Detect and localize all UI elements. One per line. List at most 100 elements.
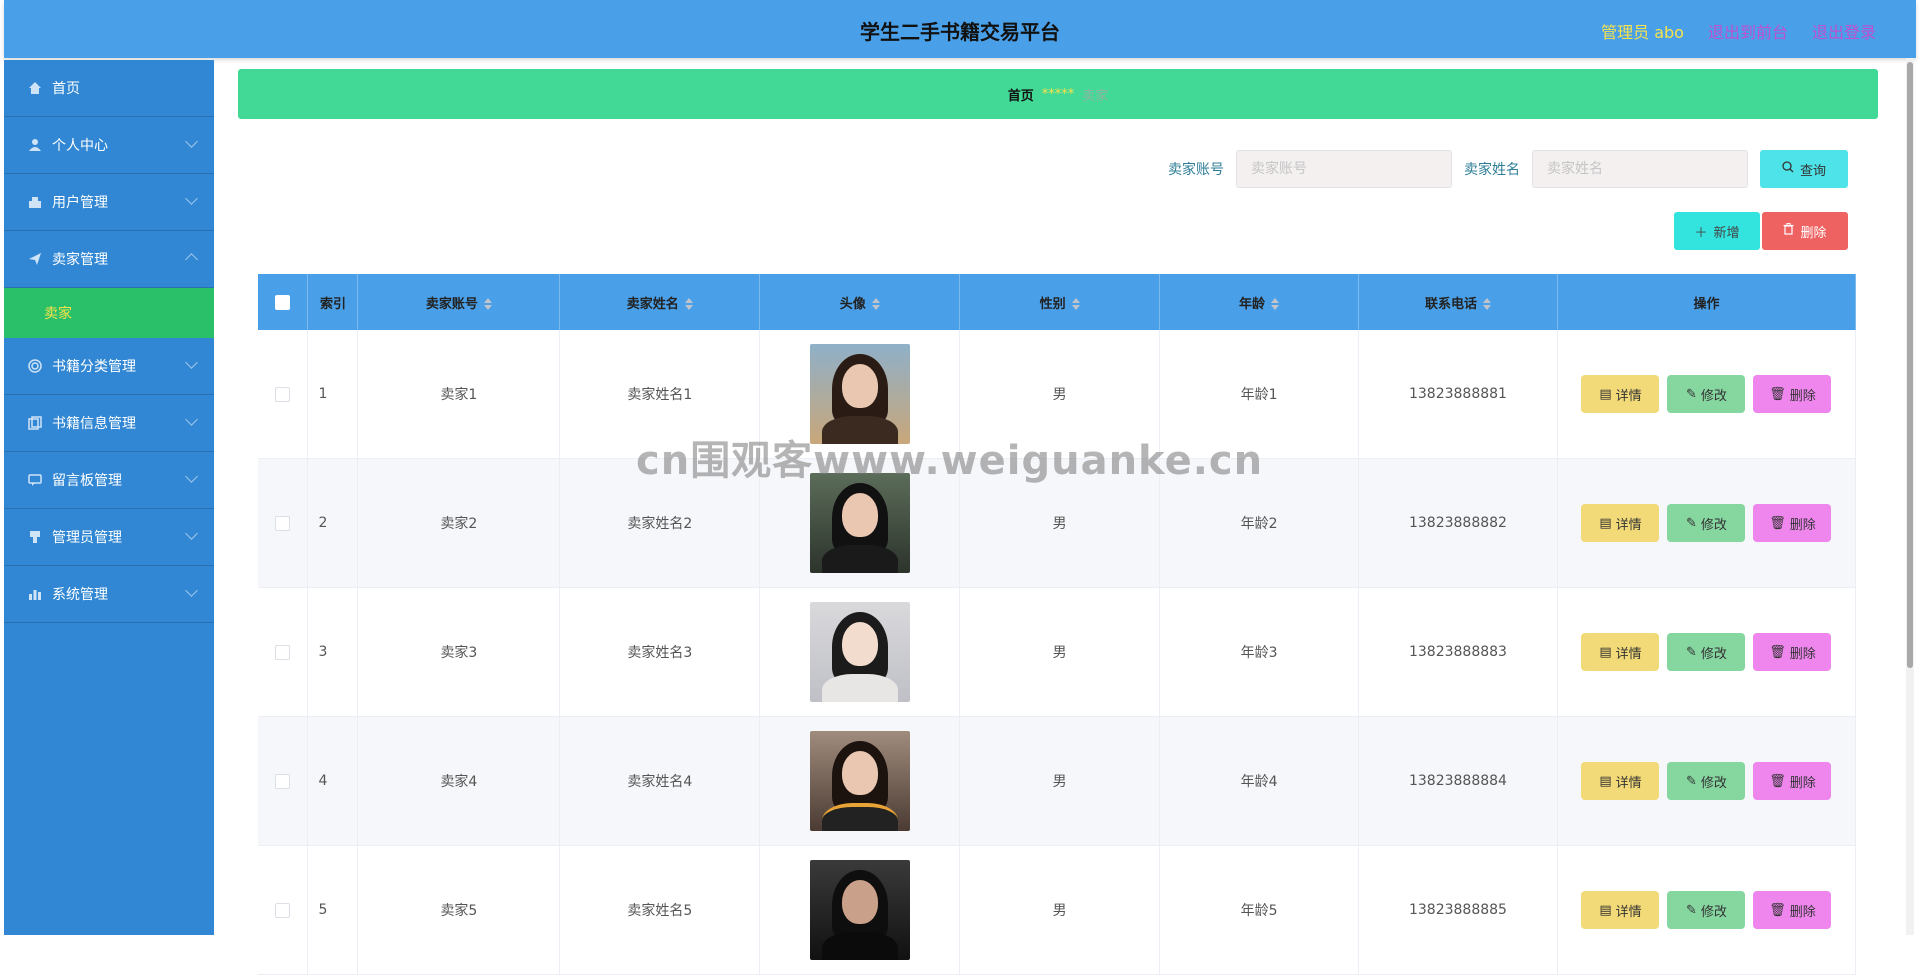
row-checkbox[interactable] — [275, 773, 291, 789]
copy-icon — [28, 416, 42, 430]
select-all-checkbox[interactable] — [275, 294, 291, 310]
edit-button[interactable]: ✎ 修改 — [1667, 375, 1746, 413]
sidebar-item-book-info[interactable]: 书籍信息管理 — [4, 395, 214, 452]
sidebar-item-message-board[interactable]: 留言板管理 — [4, 452, 214, 509]
age-cell: 年龄3 — [1159, 587, 1360, 717]
chevron-down-icon — [185, 192, 198, 205]
detail-button[interactable]: ▤ 详情 — [1581, 375, 1660, 413]
delete-button[interactable]: 🗑 删除 — [1753, 891, 1832, 929]
sort-icon[interactable] — [684, 298, 693, 310]
seller-account-input[interactable] — [1236, 150, 1452, 188]
sidebar-item-home[interactable]: 首页 — [4, 60, 214, 117]
sort-icon[interactable] — [1271, 298, 1280, 310]
row-index: 4 — [307, 716, 359, 846]
delete-button[interactable]: 🗑 删除 — [1753, 762, 1832, 800]
chart-icon — [28, 587, 42, 601]
header-actions: 管理员 abo 退出到前台 退出登录 — [1601, 19, 1876, 43]
sort-icon[interactable] — [1071, 298, 1080, 310]
age-cell: 年龄4 — [1159, 716, 1360, 846]
edit-button[interactable]: ✎ 修改 — [1667, 633, 1746, 671]
table-row: 2 卖家2 卖家姓名2 男 年龄2 13823888882 ▤ 详情 ✎ 修改 🗑 删… — [258, 458, 1857, 588]
detail-button[interactable]: ▤ 详情 — [1581, 504, 1660, 542]
column-header-label: 卖家账号 — [425, 296, 478, 312]
delete-button[interactable]: 🗑 删除 — [1753, 375, 1832, 413]
edit-button[interactable]: ✎ 修改 — [1667, 504, 1746, 542]
sidebar-item-label: 留言板管理 — [52, 473, 122, 489]
sidebar-item-users[interactable]: 用户管理 — [4, 174, 214, 231]
scrollbar-thumb[interactable] — [1907, 62, 1913, 668]
column-header-gender[interactable]: 性别 — [959, 274, 1161, 330]
pencil-icon: ✎ — [1686, 644, 1697, 660]
delete-label: 删除 — [1789, 775, 1816, 791]
sidebar-item-sellers[interactable]: 卖家管理 — [4, 231, 214, 288]
pencil-icon: ✎ — [1686, 773, 1697, 789]
sidebar-item-profile[interactable]: 个人中心 — [4, 117, 214, 174]
seller-name-cell: 卖家姓名3 — [559, 587, 761, 717]
delete-button[interactable]: 🗑 删除 — [1753, 633, 1832, 671]
actions-cell: ▤ 详情 ✎ 修改 🗑 删除 — [1557, 330, 1857, 459]
row-checkbox[interactable] — [275, 515, 291, 531]
user-icon — [28, 138, 42, 152]
breadcrumb: 首页 ***** 卖家 — [238, 69, 1878, 119]
avatar — [809, 344, 910, 444]
seller-account-label: 卖家账号 — [1168, 162, 1224, 178]
query-button[interactable]: 查询 — [1760, 150, 1848, 188]
avatar — [809, 473, 910, 573]
row-checkbox[interactable] — [275, 902, 291, 918]
detail-button[interactable]: ▤ 详情 — [1581, 633, 1660, 671]
document-icon: ▤ — [1599, 386, 1612, 402]
avatar-cell — [759, 330, 961, 459]
edit-button[interactable]: ✎ 修改 — [1667, 762, 1746, 800]
gender-cell: 男 — [959, 716, 1161, 846]
breadcrumb-current: 卖家 — [1082, 88, 1109, 104]
seller-name-input[interactable] — [1532, 150, 1748, 188]
column-header-label: 年龄 — [1239, 296, 1266, 312]
sidebar-subitem-seller[interactable]: 卖家 — [4, 288, 214, 338]
trash-icon: 🗑 — [1769, 515, 1786, 531]
row-checkbox[interactable] — [275, 386, 291, 402]
column-header-phone[interactable]: 联系电话 — [1358, 274, 1558, 330]
actions-cell: ▤ 详情 ✎ 修改 🗑 删除 — [1557, 716, 1857, 846]
column-header-avatar[interactable]: 头像 — [759, 274, 961, 330]
column-header-account[interactable]: 卖家账号 — [357, 274, 561, 330]
breadcrumb-home[interactable]: 首页 — [1008, 85, 1034, 104]
row-select-cell — [258, 458, 309, 588]
delete-button[interactable]: 🗑 删除 — [1753, 504, 1832, 542]
add-button[interactable]: ＋ 新增 — [1674, 212, 1760, 250]
sort-icon[interactable] — [1482, 298, 1491, 310]
seller-name-label: 卖家姓名 — [1464, 162, 1520, 178]
trash-icon: 🗑 — [1769, 386, 1786, 402]
edit-button[interactable]: ✎ 修改 — [1667, 891, 1746, 929]
back-to-front-link[interactable]: 退出到前台 — [1708, 19, 1788, 43]
gender-cell: 男 — [959, 330, 1161, 459]
column-header-label: 头像 — [839, 296, 866, 312]
phone-cell: 13823888885 — [1358, 845, 1558, 975]
seller-table: 索引 卖家账号 卖家姓名 头像 性别 年龄 联系电话 操作 1 卖家1 卖家姓名… — [258, 274, 1857, 975]
sort-icon[interactable] — [483, 298, 492, 310]
detail-label: 详情 — [1615, 517, 1642, 533]
sidebar-item-admins[interactable]: 管理员管理 — [4, 509, 214, 566]
gender-cell: 男 — [959, 458, 1161, 588]
batch-delete-button[interactable]: 删除 — [1762, 212, 1848, 250]
chevron-down-icon — [185, 356, 198, 369]
sidebar-item-book-category[interactable]: 书籍分类管理 — [4, 338, 214, 395]
chevron-down-icon — [185, 470, 198, 483]
detail-button[interactable]: ▤ 详情 — [1581, 891, 1660, 929]
sort-icon[interactable] — [871, 298, 880, 310]
detail-button[interactable]: ▤ 详情 — [1581, 762, 1660, 800]
chevron-down-icon — [185, 584, 198, 597]
edit-label: 修改 — [1700, 388, 1727, 404]
column-header-age[interactable]: 年龄 — [1159, 274, 1360, 330]
chevron-up-icon — [185, 253, 198, 266]
chevron-down-icon — [185, 135, 198, 148]
sidebar-item-system[interactable]: 系统管理 — [4, 566, 214, 623]
page-scrollbar[interactable] — [1906, 58, 1914, 935]
sidebar-item-label: 管理员管理 — [52, 530, 122, 546]
document-icon: ▤ — [1599, 902, 1612, 918]
row-index: 3 — [307, 587, 359, 717]
logout-link[interactable]: 退出登录 — [1812, 19, 1876, 43]
column-header-name[interactable]: 卖家姓名 — [559, 274, 761, 330]
detail-label: 详情 — [1615, 388, 1642, 404]
row-index: 5 — [307, 845, 359, 975]
row-checkbox[interactable] — [275, 644, 291, 660]
